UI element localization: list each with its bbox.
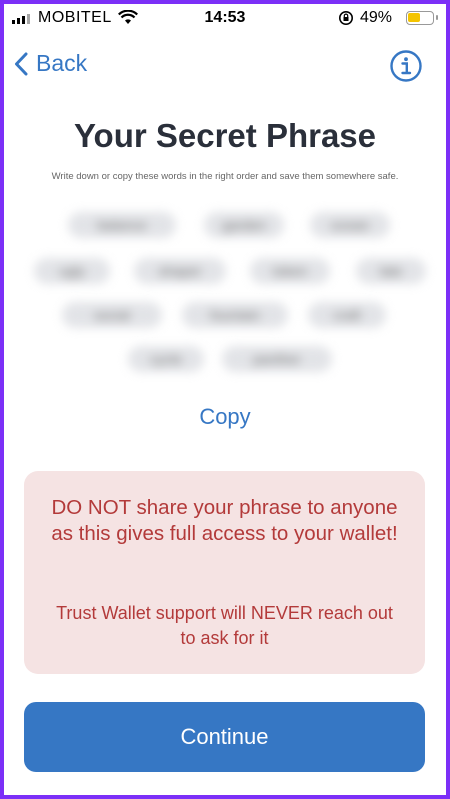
back-button[interactable]: Back xyxy=(14,50,87,77)
orientation-lock-icon xyxy=(338,10,354,31)
screen: MOBITEL 14:53 49% Back Your Secret Phras… xyxy=(4,4,446,795)
info-icon[interactable] xyxy=(389,49,423,88)
phrase-word: panther xyxy=(222,346,332,372)
continue-button[interactable]: Continue xyxy=(24,702,425,772)
phrase-word: token xyxy=(250,258,330,284)
phrase-word: balance xyxy=(68,212,176,238)
battery-percent: 49% xyxy=(360,9,393,26)
continue-label: Continue xyxy=(180,724,269,749)
warning-main-text: DO NOT share your phrase to anyone as th… xyxy=(51,496,398,545)
warning-support-text: Trust Wallet support will NEVER reach ou… xyxy=(56,603,393,648)
phrase-word: fountain xyxy=(182,302,288,328)
status-bar: MOBITEL 14:53 49% xyxy=(4,4,446,34)
back-label: Back xyxy=(36,50,88,76)
phrase-word: ugly xyxy=(34,258,110,284)
phrase-word: garden xyxy=(204,212,284,238)
phrase-word: shaper xyxy=(134,258,226,284)
page-subtitle: Write down or copy these words in the ri… xyxy=(51,171,399,182)
page-title: Your Secret Phrase xyxy=(73,117,377,154)
copy-button[interactable]: Copy xyxy=(4,404,446,430)
phrase-word: craft xyxy=(308,302,386,328)
battery-icon xyxy=(406,11,438,25)
phrase-word: cycle xyxy=(128,346,204,372)
secret-phrase-grid: balance garden ocean ugly shaper token l… xyxy=(4,204,446,384)
phrase-word: late xyxy=(356,258,426,284)
phrase-word: ocean xyxy=(310,212,390,238)
phrase-word: social xyxy=(62,302,162,328)
warning-box: DO NOT share your phrase to anyone as th… xyxy=(24,471,425,674)
chevron-left-icon xyxy=(15,52,28,75)
